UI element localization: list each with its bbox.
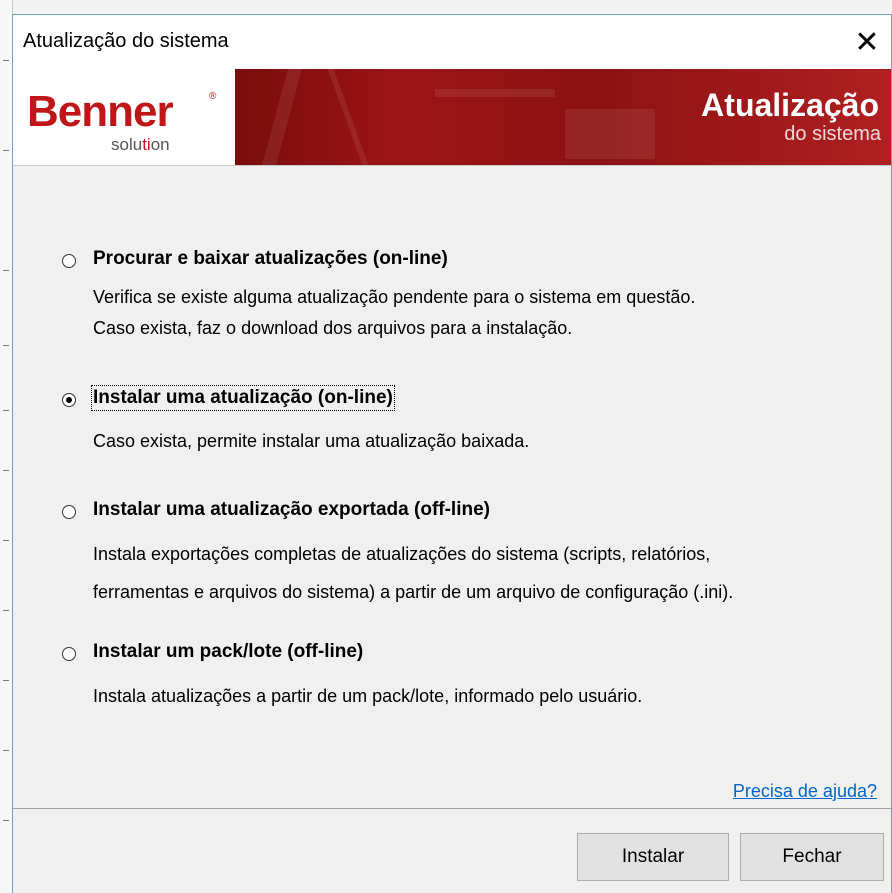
radio-install-online[interactable] <box>62 393 76 407</box>
logo-tagline: solution <box>111 135 170 155</box>
banner-title: Atualização <box>701 87 879 123</box>
banner-decoration <box>435 89 555 97</box>
radio-install-exported[interactable] <box>62 505 76 519</box>
ruler-tick <box>3 540 9 541</box>
window-title: Atualização do sistema <box>23 30 229 52</box>
option-description: Instala atualizações a partir de um pack… <box>93 686 643 706</box>
ruler-tick <box>3 150 9 151</box>
banner-decoration <box>262 69 302 165</box>
option-description: Instala exportações completas de atualiz… <box>93 544 711 564</box>
logo-tagline-part2: on <box>150 135 170 154</box>
radio-selected-dot <box>66 397 72 403</box>
option-description: Caso exista, permite instalar uma atuali… <box>93 431 530 451</box>
logo-wordmark: Benner <box>27 87 174 136</box>
option-label[interactable]: Instalar uma atualização exportada (off-… <box>93 499 490 521</box>
option-description: Verifica se existe alguma atualização pe… <box>93 287 696 307</box>
close-button[interactable]: Fechar <box>740 833 884 881</box>
help-link[interactable]: Precisa de ajuda? <box>733 781 877 802</box>
ruler-tick <box>3 470 9 471</box>
logo-tagline-accent: ti <box>142 135 151 154</box>
ruler-tick <box>3 270 9 271</box>
install-button[interactable]: Instalar <box>577 833 729 881</box>
ruler-tick <box>3 750 9 751</box>
option-label[interactable]: Procurar e baixar atualizações (on-line) <box>93 248 448 270</box>
update-dialog: Atualização do sistema ✕ Benner ® soluti… <box>12 14 892 893</box>
banner-image: Atualização do sistema <box>235 69 891 165</box>
option-label[interactable]: Instalar uma atualização (on-line) <box>91 385 395 411</box>
ruler-tick <box>3 345 9 346</box>
logo-tagline-part1: solu <box>111 135 143 154</box>
header-banner: Benner ® solution Atualização do sistema <box>13 69 891 165</box>
benner-logo: Benner ® solution <box>13 69 235 165</box>
ruler-tick <box>3 680 9 681</box>
registered-mark: ® <box>209 91 217 102</box>
option-description: Caso exista, faz o download dos arquivos… <box>93 318 573 338</box>
close-icon[interactable]: ✕ <box>843 15 891 69</box>
ruler-tick <box>3 820 9 821</box>
radio-search-download[interactable] <box>62 254 76 268</box>
options-panel: Procurar e baixar atualizações (on-line)… <box>13 165 891 809</box>
ruler-tick <box>3 610 9 611</box>
banner-subtitle: do sistema <box>784 123 881 145</box>
button-bar: Instalar Fechar <box>13 808 891 893</box>
option-label[interactable]: Instalar um pack/lote (off-line) <box>93 641 363 663</box>
banner-decoration <box>565 109 655 159</box>
ruler-tick <box>3 60 9 61</box>
ruler-tick <box>3 410 9 411</box>
radio-install-pack[interactable] <box>62 647 76 661</box>
title-bar: Atualização do sistema ✕ <box>13 15 891 69</box>
option-description: ferramentas e arquivos do sistema) a par… <box>93 582 734 602</box>
banner-decoration <box>327 69 369 165</box>
